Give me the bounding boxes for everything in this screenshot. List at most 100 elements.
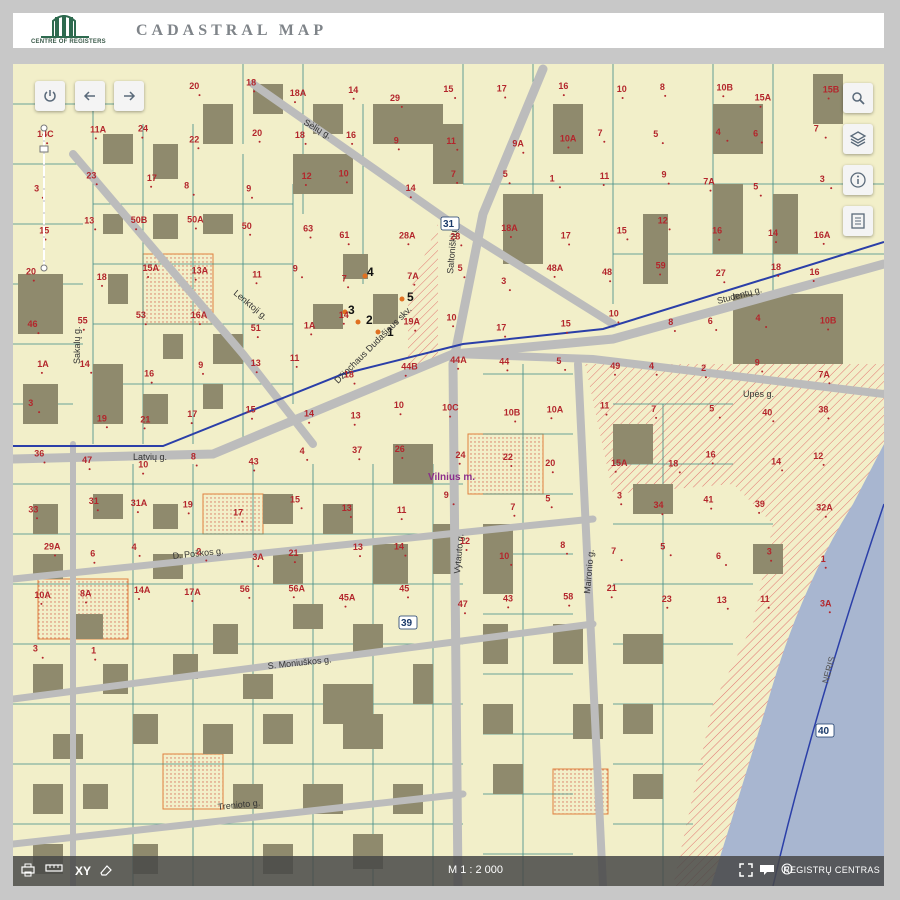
parcel-number: 17 [561,231,571,241]
parcel-point [509,236,512,238]
parcel-point [566,552,568,555]
info-button[interactable] [843,165,873,195]
parcel-number: 15 [246,405,256,415]
parcel-point [812,280,815,282]
parcel-number: 5 [556,356,561,366]
map-canvas[interactable]: 1 2 3 4 5 Sėlių g. Lenktoji g. Saltonišk… [13,64,884,886]
parcel-number: 28A [399,230,416,240]
parcel-point [301,276,303,279]
parcel-point [759,105,762,108]
parcel-point [504,96,507,99]
parcel-point [710,507,713,510]
parcel-point [460,244,463,247]
clear-button[interactable] [99,863,115,879]
parcel-point [522,151,525,154]
parcel-number: 1A [304,320,316,330]
parcel-number: 10 [447,312,457,322]
parcel-point [827,328,830,331]
parcel-point [765,326,768,328]
parcel-number: 5 [753,182,758,192]
parcel-number: 50 [242,221,252,231]
legend-button[interactable] [843,206,873,236]
parcel-point [664,94,667,97]
parcel-point [452,325,455,328]
parcel-number: 14A [134,585,151,595]
layers-button[interactable] [843,124,873,154]
parcel-point [147,276,150,278]
parcel-point [827,97,830,100]
power-button[interactable] [35,81,65,111]
parcel-point [144,323,147,326]
parcel-point [43,461,46,464]
parcel-point [617,321,620,324]
parcel-point [293,561,296,564]
fullscreen-button[interactable] [739,863,755,879]
parcel-point [135,228,138,231]
parcel-point [715,329,718,331]
parcel-number: 13A [192,266,209,276]
parcel-number: 16 [810,267,820,277]
parcel-number: 24 [456,450,466,460]
zoom-slider[interactable] [39,124,49,272]
parcel-point [404,374,407,377]
parcel-point [82,328,85,331]
parcel-number: 3 [617,490,622,500]
parcel-number: 15 [561,319,571,329]
parcel-point [661,513,664,516]
parcel-number: 17 [497,84,507,94]
parcel-point [194,227,197,230]
parcel-point [94,228,97,231]
parcel-number: 17 [233,508,243,518]
parcel-number: 11A [90,124,107,134]
parcel-number: 32A [816,503,833,513]
xy-coordinates-button[interactable]: XY [73,863,93,879]
parcel-number: 6 [753,129,758,139]
parcel-point [568,243,571,246]
parcel-point [347,286,350,289]
parcel-number: 39 [755,499,765,509]
parcel-point [551,471,554,474]
parcel-number: 2 [196,547,201,557]
centre-of-registers-logo[interactable]: CENTRE OF REGISTERS [31,15,106,46]
parcel-number: 28 [450,231,460,241]
parcel-point [400,105,403,108]
parcel-point [202,372,204,375]
parcel-point [666,606,669,609]
parcel-number: 11 [252,269,262,279]
parcel-number: 8 [184,181,189,191]
parcel-number: 7 [342,273,347,283]
parcel-point [54,554,56,557]
search-button[interactable] [843,83,873,113]
map-scale: M 1 : 2 000 [448,864,504,876]
point-label: 2 [366,313,373,327]
parcel-point [824,566,827,569]
parcel-number: 16 [144,369,154,379]
parcel-number: 16A [191,310,208,320]
print-button[interactable] [21,863,37,879]
point-label: 5 [407,290,414,304]
parcel-point [94,658,97,661]
parcel-point [409,196,412,199]
parcel-number: 29A [44,542,61,552]
info-icon [850,172,866,188]
parcel-number: 5 [709,404,714,414]
parcel-point [781,469,784,472]
road-shield: 31 [443,219,455,230]
parcel-point [192,193,195,196]
parcel-point [253,90,256,93]
cadastral-map[interactable]: 1 2 3 4 5 Sėlių g. Lenktoji g. Saltonišk… [13,64,884,886]
parcel-point [465,549,468,551]
parcel-point [449,415,452,418]
parcel-point [141,136,144,139]
parcel-point [827,417,830,420]
parcel-point [93,561,96,564]
feedback-button[interactable] [759,863,777,879]
parcel-point [414,329,417,332]
undo-button[interactable] [75,81,105,111]
redo-button[interactable] [114,81,144,111]
parcel-number: 6 [708,316,713,326]
parcel-point [661,142,664,145]
parcel-point [190,422,193,425]
measure-button[interactable] [45,863,65,879]
parcel-number: 17 [147,173,157,183]
